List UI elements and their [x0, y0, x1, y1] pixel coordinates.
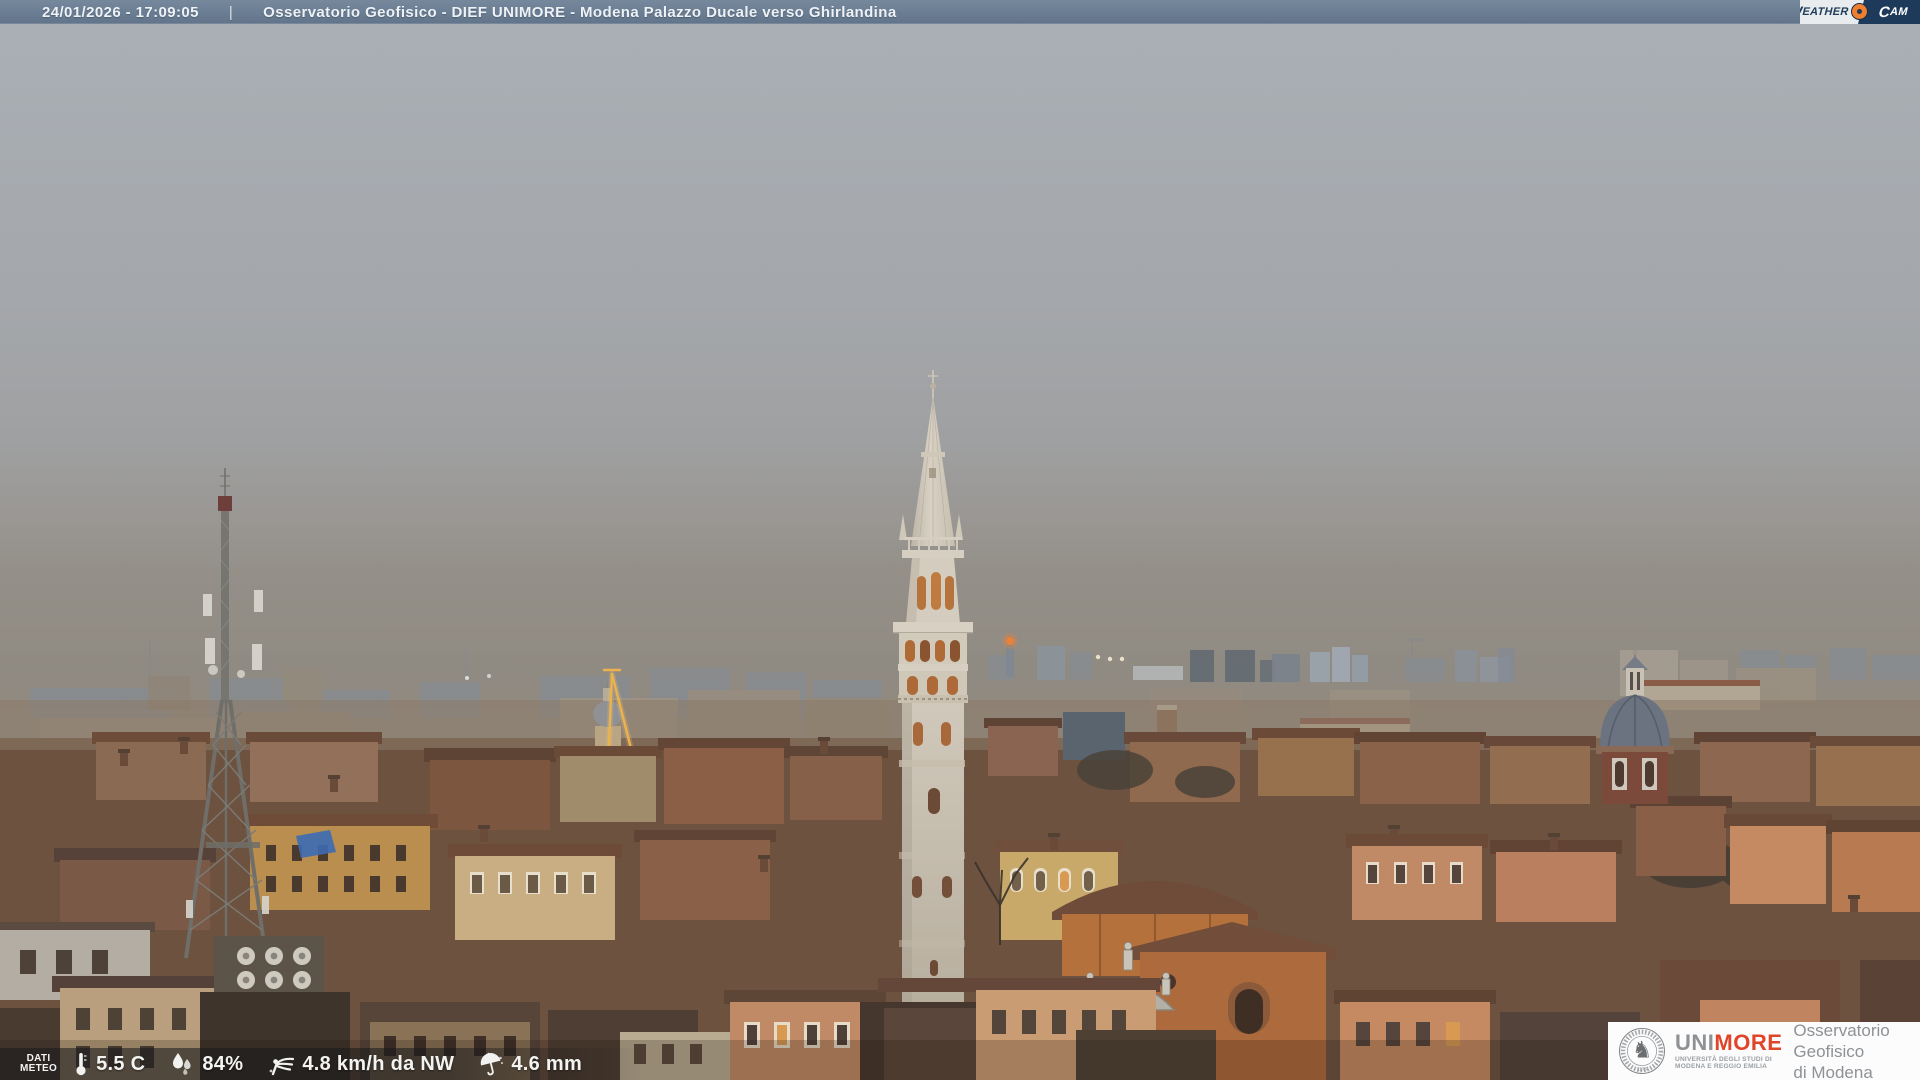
rain-reading: 4.6 mm [478, 1051, 582, 1077]
separator: | [228, 3, 234, 21]
unimore-logo-box: ♞ 1175 UNIMORE UNIVERSITÀ DEGLI STUDI DI… [1608, 1020, 1920, 1080]
weathercam-dot-icon [1851, 3, 1868, 20]
observatory-title: Osservatorio Geofisico di Modena [1793, 1020, 1890, 1080]
thermometer-icon [76, 1053, 87, 1076]
unimore-crest-icon: ♞ 1175 [1619, 1028, 1665, 1074]
svg-text:1175: 1175 [1637, 1067, 1647, 1072]
timestamp: 24/01/2026 - 17:09:05 [42, 3, 199, 21]
weather-data-bar: DATI METEO 5.5 C 84% 4.8 km/h da NW 4.6 … [0, 1048, 640, 1080]
svg-text:♞: ♞ [1632, 1038, 1653, 1064]
unimore-subtitle: UNIVERSITÀ DEGLI STUDI DI MODENA E REGGI… [1675, 1055, 1772, 1071]
camera-title: Osservatorio Geofisico - DIEF UNIMORE - … [263, 3, 897, 21]
webcam-photo-modena-skyline [0, 0, 1920, 1080]
umbrella-icon [481, 1052, 504, 1076]
unimore-wordmark: UNIMORE UNIVERSITÀ DEGLI STUDI DI MODENA… [1675, 1029, 1783, 1071]
header-bar: 24/01/2026 - 17:09:05 | Osservatorio Geo… [0, 0, 1920, 24]
weathercam-logo: W EATHER C AM [1800, 0, 1920, 24]
wind-reading: 4.8 km/h da NW [267, 1051, 454, 1077]
humidity-drops-icon [173, 1053, 191, 1075]
temperature-reading: 5.5 C [73, 1051, 145, 1077]
wind-icon [269, 1057, 295, 1076]
weather-data-label: DATI METEO [20, 1052, 58, 1074]
webcam-frame: 24/01/2026 - 17:09:05 | Osservatorio Geo… [0, 0, 1920, 1080]
humidity-reading: 84% [169, 1051, 243, 1077]
